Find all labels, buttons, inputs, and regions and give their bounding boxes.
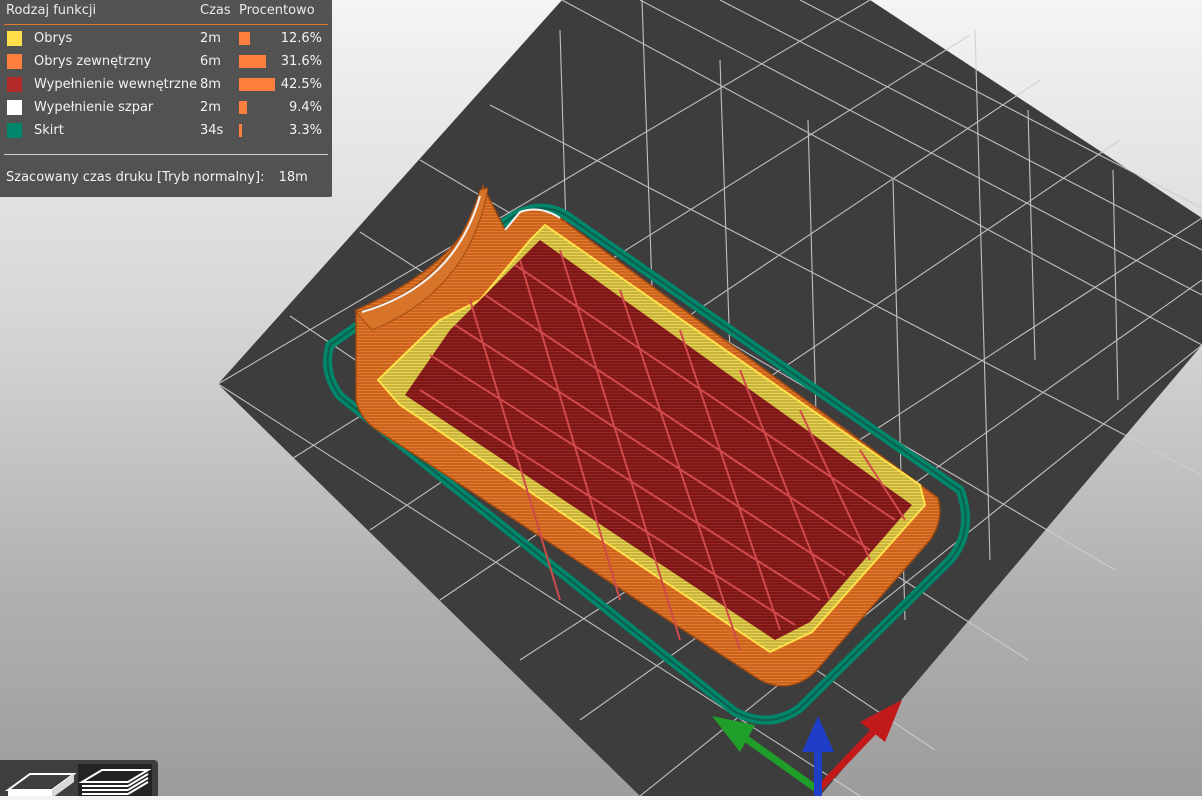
legend-row: Wypełnienie wewnętrzne 8m 42.5% (0, 75, 332, 95)
legend-header-divider (4, 24, 328, 25)
legend-row-percent: 9.4% (288, 100, 322, 115)
legend-header-time: Czas (200, 3, 231, 18)
legend-row-percent: 3.3% (288, 123, 322, 138)
legend-row-name: Wypełnienie wewnętrzne (34, 77, 198, 92)
legend-row-name: Obrys zewnętrzny (34, 54, 152, 69)
legend-row-bar (239, 101, 247, 114)
estimate-label: Szacowany czas druku [Tryb normalny]: (6, 170, 265, 185)
legend-row-time: 8m (200, 77, 221, 92)
legend-row: Wypełnienie szpar 2m 9.4% (0, 98, 332, 118)
legend-footer-divider (4, 154, 328, 155)
legend-row: Obrys 2m 12.6% (0, 29, 332, 49)
3d-view-button[interactable] (2, 764, 78, 798)
legend-swatch (7, 100, 22, 115)
estimate-value: 18m (278, 170, 308, 185)
legend-header-percent: Procentowo (239, 3, 315, 18)
legend-row-time: 2m (200, 31, 221, 46)
legend-row-name: Skirt (34, 123, 64, 138)
legend-row-bar (239, 124, 242, 137)
print-time-estimate: Szacowany czas druku [Tryb normalny]: 18… (6, 170, 308, 185)
legend-row-bar (239, 55, 266, 68)
legend-swatch (7, 123, 22, 138)
legend-swatch (7, 54, 22, 69)
legend-row-percent: 12.6% (280, 31, 322, 46)
legend-swatch (7, 31, 22, 46)
legend-row-percent: 42.5% (280, 77, 322, 92)
legend-row-time: 34s (200, 123, 224, 138)
legend-header: Rodzaj funkcji Czas Procentowo (6, 3, 332, 23)
legend-header-type: Rodzaj funkcji (6, 3, 97, 18)
legend-row-bar (239, 78, 275, 91)
legend-swatch (7, 77, 22, 92)
legend-row-name: Obrys (34, 31, 73, 46)
legend-row: Obrys zewnętrzny 6m 31.6% (0, 52, 332, 72)
view-mode-toolbar (0, 760, 158, 798)
legend-row-bar (239, 32, 250, 45)
cube-icon (4, 773, 78, 798)
legend-row-name: Wypełnienie szpar (34, 100, 154, 115)
layers-icon (78, 769, 152, 795)
layers-view-button[interactable] (78, 764, 152, 796)
legend-row-time: 6m (200, 54, 221, 69)
legend-row: Skirt 34s 3.3% (0, 121, 332, 141)
legend-panel: Rodzaj funkcji Czas Procentowo Obrys 2m … (0, 0, 332, 197)
legend-row-percent: 31.6% (280, 54, 322, 69)
legend-row-time: 2m (200, 100, 221, 115)
